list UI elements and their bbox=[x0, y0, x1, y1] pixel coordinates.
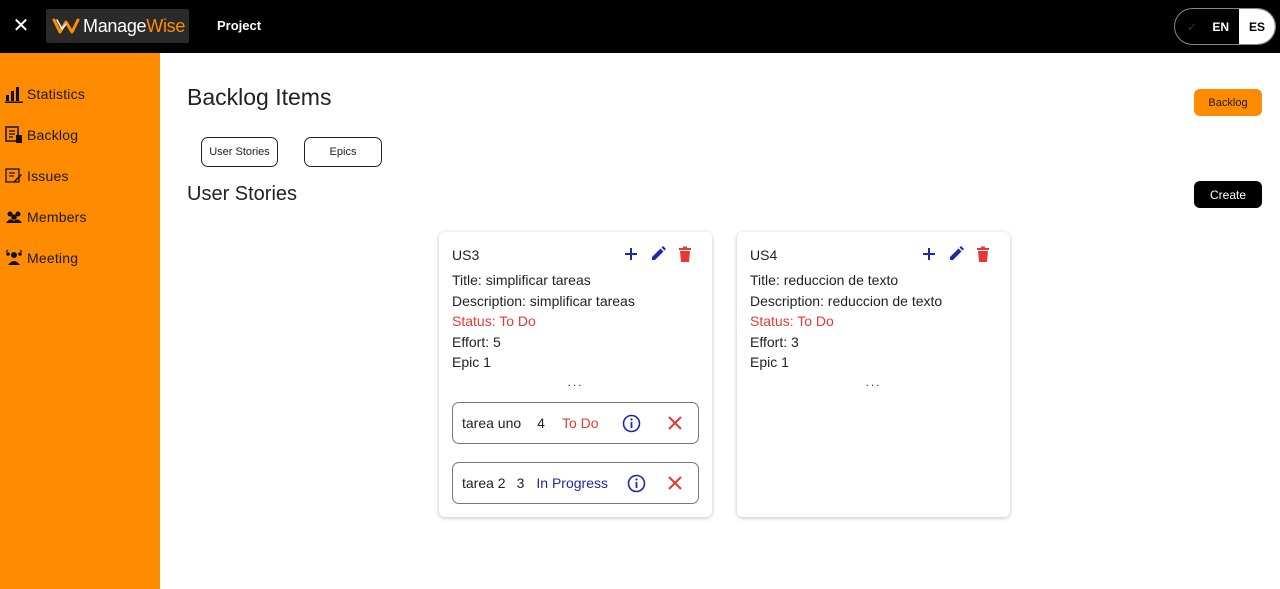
more-options[interactable]: ... bbox=[439, 375, 712, 389]
members-icon bbox=[4, 207, 24, 227]
lang-es-label: ES bbox=[1248, 19, 1265, 34]
bar-chart-icon bbox=[4, 84, 24, 104]
card-status: Status: To Do bbox=[452, 313, 536, 330]
edit-icon[interactable] bbox=[649, 245, 667, 263]
lang-es-option[interactable]: ES bbox=[1239, 9, 1275, 44]
card-description: Description: reduccion de texto bbox=[750, 292, 943, 309]
sidebar-item-label: Meeting bbox=[27, 250, 79, 266]
create-button[interactable]: Create bbox=[1194, 181, 1262, 208]
issues-icon bbox=[4, 166, 24, 186]
sidebar-item-meeting[interactable]: Meeting bbox=[4, 247, 78, 269]
task-effort: 3 bbox=[516, 475, 525, 491]
project-link[interactable]: Project bbox=[217, 18, 261, 33]
delete-icon[interactable] bbox=[676, 245, 694, 263]
tab-user-stories[interactable]: User Stories bbox=[201, 137, 278, 167]
sidebar-item-statistics[interactable]: Statistics bbox=[4, 83, 85, 105]
more-options[interactable]: ... bbox=[737, 375, 1010, 389]
task-item: tarea uno 4 To Do bbox=[452, 402, 699, 444]
close-icon[interactable]: ✕ bbox=[10, 14, 32, 38]
sidebar-item-label: Issues bbox=[27, 168, 69, 184]
check-icon: ✓ bbox=[1187, 20, 1198, 34]
card-epic: Epic 1 bbox=[452, 354, 491, 371]
info-icon[interactable] bbox=[622, 414, 641, 433]
sidebar-item-backlog[interactable]: Backlog bbox=[4, 124, 78, 146]
section-title: User Stories bbox=[187, 183, 298, 205]
meeting-icon bbox=[4, 248, 24, 268]
card-id: US4 bbox=[750, 247, 778, 263]
card-epic: Epic 1 bbox=[750, 354, 789, 371]
tab-epics[interactable]: Epics bbox=[304, 137, 382, 167]
task-effort: 4 bbox=[537, 415, 545, 431]
sidebar: Statistics Backlog Issues Members Meetin… bbox=[0, 53, 160, 589]
add-icon[interactable] bbox=[920, 245, 938, 263]
user-story-card: US3 Title: simplificar tareas Descriptio… bbox=[439, 232, 712, 517]
lang-en-option[interactable]: ✓ EN bbox=[1175, 9, 1239, 44]
card-id: US3 bbox=[452, 247, 480, 263]
card-title: Title: reduccion de texto bbox=[750, 272, 899, 288]
add-icon[interactable] bbox=[622, 245, 640, 263]
card-actions bbox=[622, 245, 694, 263]
lang-en-label: EN bbox=[1212, 19, 1229, 34]
remove-icon[interactable] bbox=[666, 474, 684, 492]
page-title: Backlog Items bbox=[187, 84, 332, 110]
card-title: Title: simplificar tareas bbox=[452, 272, 591, 288]
sidebar-item-members[interactable]: Members bbox=[4, 206, 87, 228]
language-toggle[interactable]: ✓ EN ES bbox=[1174, 8, 1276, 45]
managewise-logo-icon bbox=[52, 18, 80, 34]
sidebar-item-label: Members bbox=[27, 209, 87, 225]
card-details: Title: reduccion de texto Description: r… bbox=[750, 270, 942, 373]
card-effort: Effort: 3 bbox=[750, 333, 799, 350]
task-status: In Progress bbox=[536, 475, 608, 491]
card-description: Description: simplificar tareas bbox=[452, 292, 635, 309]
task-name: tarea uno bbox=[462, 415, 522, 431]
card-details: Title: simplificar tareas Description: s… bbox=[452, 270, 635, 373]
backlog-icon bbox=[4, 125, 24, 145]
card-status: Status: To Do bbox=[750, 313, 834, 330]
info-icon[interactable] bbox=[627, 474, 646, 493]
card-actions bbox=[920, 245, 992, 263]
sidebar-item-issues[interactable]: Issues bbox=[4, 165, 69, 187]
edit-icon[interactable] bbox=[947, 245, 965, 263]
user-story-card: US4 Title: reduccion de texto Descriptio… bbox=[737, 232, 1010, 517]
backlog-button[interactable]: Backlog bbox=[1194, 89, 1262, 116]
sidebar-item-label: Statistics bbox=[27, 86, 86, 102]
top-bar: ✕ ManageWise Project ✓ EN ES bbox=[0, 0, 1280, 53]
card-effort: Effort: 5 bbox=[452, 333, 501, 350]
task-item: tarea 2 3 In Progress bbox=[452, 462, 699, 504]
delete-icon[interactable] bbox=[974, 245, 992, 263]
task-name: tarea 2 bbox=[462, 475, 506, 491]
remove-icon[interactable] bbox=[666, 414, 684, 432]
sidebar-item-label: Backlog bbox=[27, 127, 79, 143]
logo-text: ManageWise bbox=[83, 15, 186, 36]
task-status: To Do bbox=[561, 415, 599, 431]
logo[interactable]: ManageWise bbox=[46, 9, 189, 43]
